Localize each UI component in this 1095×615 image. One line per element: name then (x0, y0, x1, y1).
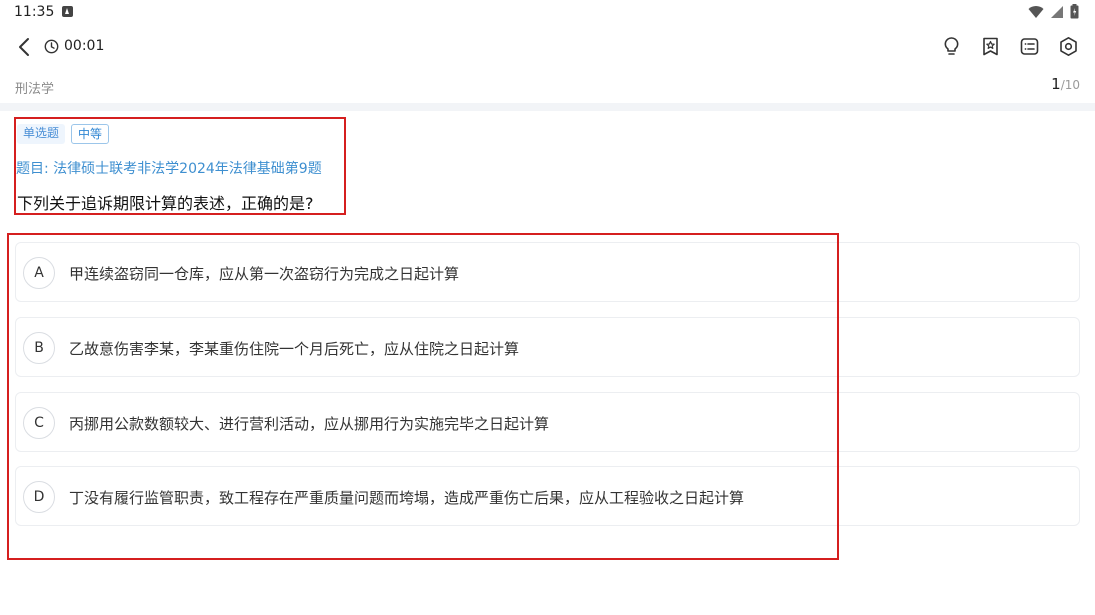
timer-value: 00:01 (64, 38, 105, 54)
difficulty-tag: 中等 (71, 124, 110, 144)
top-toolbar: 00:01 (0, 28, 1095, 68)
option-letter: D (23, 481, 55, 513)
option-text: 乙故意伤害李某，李某重伤住院一个月后死亡，应从住院之日起计算 (69, 340, 520, 358)
toolbar-actions (941, 36, 1079, 57)
option-a[interactable]: A 甲连续盗窃同一仓库，应从第一次盗窃行为完成之日起计算 (15, 242, 1080, 302)
battery-icon (1070, 4, 1079, 19)
answer-sheet-icon[interactable] (1019, 36, 1040, 57)
option-letter: C (23, 407, 55, 439)
progress-total: /10 (1060, 78, 1080, 92)
option-letter: B (23, 332, 55, 364)
status-icons (1028, 4, 1079, 19)
subject-label: 刑法学 (15, 82, 55, 97)
back-icon[interactable] (14, 36, 36, 58)
option-letter: A (23, 257, 55, 289)
option-b[interactable]: B 乙故意伤害李某，李某重伤住院一个月后死亡，应从住院之日起计算 (15, 317, 1080, 377)
favorite-star-icon[interactable] (980, 36, 1001, 57)
option-d[interactable]: D 丁没有履行监管职责，致工程存在严重质量问题而垮塌，造成严重伤亡后果，应从工程… (15, 466, 1080, 526)
wifi-icon (1028, 5, 1044, 18)
clock-icon (44, 39, 59, 53)
status-bar: 11:35 (0, 0, 1095, 24)
option-c[interactable]: C 丙挪用公款数额较大、进行营利活动，应从挪用行为实施完毕之日起计算 (15, 392, 1080, 452)
settings-icon[interactable] (1058, 36, 1079, 57)
timer: 00:01 (44, 38, 104, 54)
hint-bulb-icon[interactable] (941, 36, 962, 57)
option-text: 丙挪用公款数额较大、进行营利活动，应从挪用行为实施完毕之日起计算 (69, 415, 550, 433)
status-time: 11:35 (14, 4, 55, 20)
question-progress: 1/10 (1051, 75, 1080, 93)
progress-current: 1 (1051, 75, 1061, 93)
option-text: 丁没有履行监管职责，致工程存在严重质量问题而垮塌，造成严重伤亡后果，应从工程验收… (69, 489, 745, 507)
question-stem: 下列关于追诉期限计算的表述，正确的是? (17, 194, 314, 213)
question-type-tag: 单选题 (17, 124, 66, 144)
question-source: 题目: 法律硕士联考非法学2024年法律基础第9题 (16, 161, 322, 177)
section-divider (0, 103, 1095, 111)
signal-icon (1051, 5, 1063, 18)
app-notification-icon (62, 6, 73, 17)
option-text: 甲连续盗窃同一仓库，应从第一次盗窃行为完成之日起计算 (69, 265, 460, 283)
subheader: 刑法学 1/10 (0, 72, 1095, 102)
question-tags: 单选题 中等 (17, 124, 110, 144)
